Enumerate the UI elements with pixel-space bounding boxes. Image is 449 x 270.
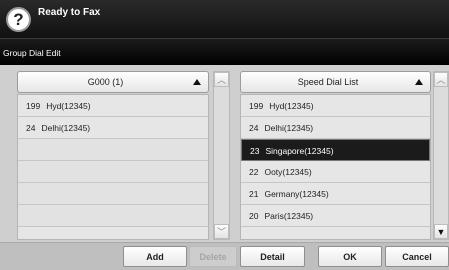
screen-title-bar: Group Dial Edit <box>0 38 449 65</box>
speed-dial-row-selected[interactable]: 23 Singapore(12345) <box>241 139 430 161</box>
empty-row <box>18 183 208 205</box>
button-bar: Add Delete Detail OK Cancel <box>0 242 449 270</box>
scroll-down-icon[interactable]: ▼ <box>434 224 448 239</box>
status-text: Ready to Fax <box>38 7 101 18</box>
scroll-down-icon[interactable]: ﹀ <box>214 224 229 239</box>
group-list-scrollbar[interactable]: ︿ ﹀ <box>213 71 230 240</box>
scroll-up-icon[interactable]: ︿ <box>434 72 448 87</box>
speed-dial-row[interactable]: 20 Paris(12345) <box>241 205 430 227</box>
title-bar: ? Ready to Fax <box>0 0 449 38</box>
sort-up-icon <box>193 79 201 85</box>
scroll-up-icon[interactable]: ︿ <box>214 72 229 87</box>
speed-dial-list-title: Speed Dial List <box>297 77 359 87</box>
speed-dial-row[interactable]: 21 Germany(12345) <box>241 183 430 205</box>
group-row[interactable]: 199 Hyd(12345) <box>18 95 208 117</box>
speed-dial-row[interactable]: 199 Hyd(12345) <box>241 95 430 117</box>
speed-dial-scrollbar[interactable]: ︿ ▼ <box>433 71 449 240</box>
sort-up-icon <box>415 79 423 85</box>
speed-dial-list: 199 Hyd(12345) 24 Delhi(12345) 23 Singapore… <box>240 94 431 240</box>
speed-dial-row[interactable]: 22 Ooty(12345) <box>241 161 430 183</box>
group-list-header[interactable]: G000 (1) <box>17 71 209 93</box>
empty-row <box>18 139 208 161</box>
add-button[interactable]: Add <box>123 246 187 267</box>
speed-dial-list-header[interactable]: Speed Dial List <box>240 71 431 93</box>
group-list: 199 Hyd(12345) 24 Delhi(12345) <box>17 94 209 240</box>
cancel-button[interactable]: Cancel <box>385 246 449 267</box>
group-row[interactable]: 24 Delhi(12345) <box>18 117 208 139</box>
ok-button[interactable]: OK <box>318 246 382 267</box>
help-icon[interactable]: ? <box>6 7 31 32</box>
delete-button: Delete <box>189 246 237 267</box>
content-area: G000 (1) 199 Hyd(12345) 24 Delhi(12345) ︿ … <box>0 65 449 270</box>
empty-row <box>18 205 208 227</box>
detail-button[interactable]: Detail <box>240 246 305 267</box>
empty-row <box>18 161 208 183</box>
screen-title: Group Dial Edit <box>3 48 61 58</box>
speed-dial-row[interactable]: 24 Delhi(12345) <box>241 117 430 139</box>
group-list-title: G000 (1) <box>87 77 124 87</box>
